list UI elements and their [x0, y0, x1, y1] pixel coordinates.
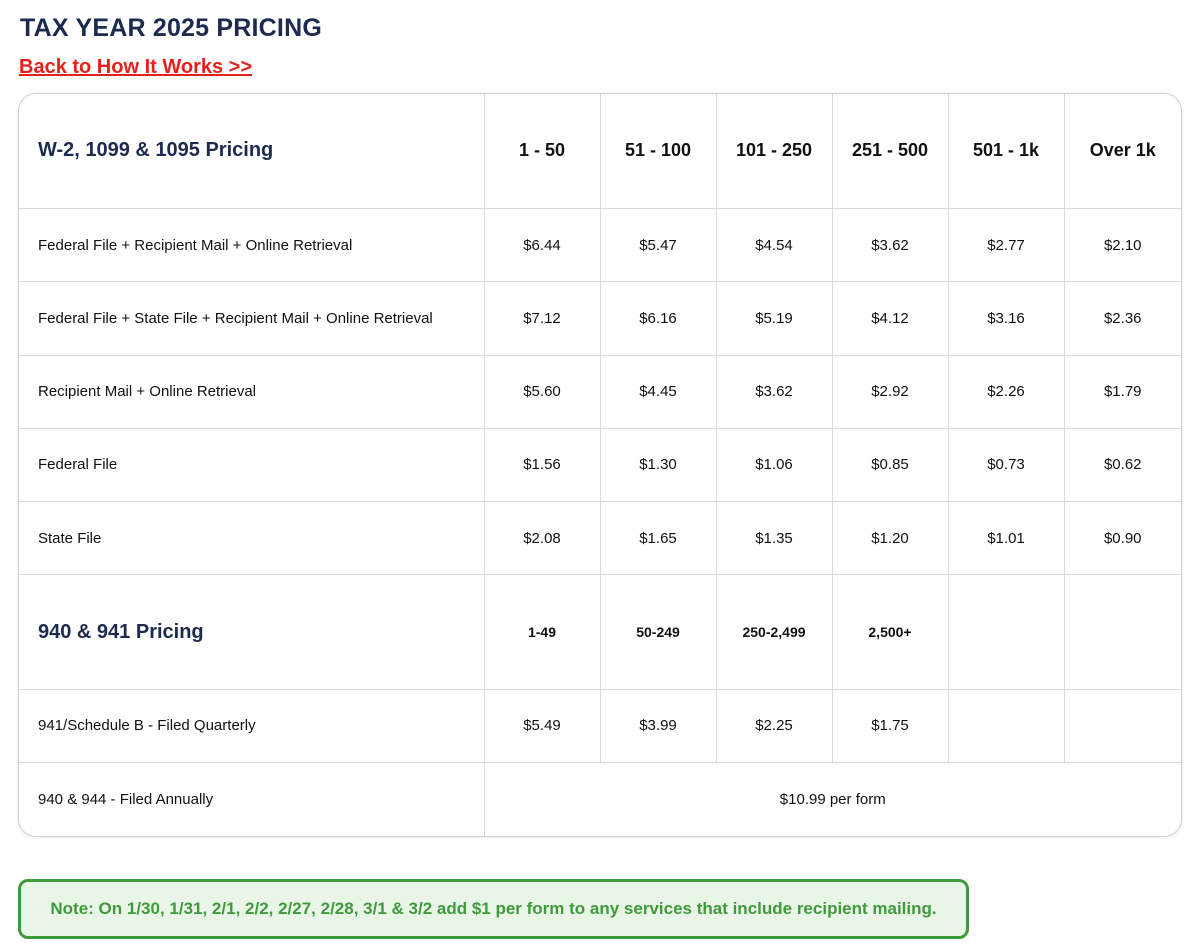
f940-tier-header: 1-49	[484, 574, 601, 690]
price-cell: $2.08	[484, 501, 601, 576]
f940-tier-header: 2,500+	[832, 574, 949, 690]
empty-cell	[948, 689, 1065, 764]
price-cell: $1.65	[600, 501, 717, 576]
empty-cell	[948, 574, 1065, 690]
w2-pricing-header-row: W-2, 1099 & 1095 Pricing 1 - 50 51 - 100…	[19, 94, 1181, 209]
price-cell: $4.12	[832, 281, 949, 356]
table-row: Federal File + Recipient Mail + Online R…	[19, 208, 1181, 283]
price-cell: $1.06	[716, 428, 833, 503]
f940-pricing-title: 940 & 941 Pricing	[19, 574, 485, 690]
mailing-surcharge-note: Note: On 1/30, 1/31, 2/1, 2/2, 2/27, 2/2…	[18, 879, 969, 939]
table-row: Recipient Mail + Online Retrieval $5.60 …	[19, 355, 1181, 429]
price-cell: $2.25	[716, 689, 833, 764]
price-cell: $0.85	[832, 428, 949, 503]
page-title: TAX YEAR 2025 PRICING	[20, 14, 322, 42]
pricing-table-container: W-2, 1099 & 1095 Pricing 1 - 50 51 - 100…	[18, 93, 1182, 837]
f940-tier-header: 250-2,499	[716, 574, 833, 690]
back-to-how-it-works-link[interactable]: Back to How It Works >>	[19, 56, 252, 79]
price-cell: $5.19	[716, 281, 833, 356]
price-cell: $3.62	[716, 355, 833, 429]
f940-tier-header: 50-249	[600, 574, 717, 690]
price-cell: $1.01	[948, 501, 1065, 576]
price-cell: $2.92	[832, 355, 949, 429]
price-cell: $2.10	[1064, 208, 1181, 283]
service-label: Federal File + State File + Recipient Ma…	[19, 281, 485, 356]
price-cell: $7.12	[484, 281, 601, 356]
w2-tier-header: Over 1k	[1064, 94, 1181, 209]
pricing-page: TAX YEAR 2025 PRICING Back to How It Wor…	[0, 0, 1200, 945]
price-cell: $3.16	[948, 281, 1065, 356]
price-cell: $0.90	[1064, 501, 1181, 576]
pricing-table: W-2, 1099 & 1095 Pricing 1 - 50 51 - 100…	[19, 94, 1181, 836]
service-label: 940 & 944 - Filed Annually	[19, 762, 485, 836]
table-row: 940 & 944 - Filed Annually $10.99 per fo…	[19, 762, 1181, 836]
empty-cell	[1064, 689, 1181, 764]
service-label: Federal File + Recipient Mail + Online R…	[19, 208, 485, 283]
w2-tier-header: 51 - 100	[600, 94, 717, 209]
empty-cell	[1064, 574, 1181, 690]
table-row: Federal File + State File + Recipient Ma…	[19, 281, 1181, 356]
service-label: Recipient Mail + Online Retrieval	[19, 355, 485, 429]
w2-tier-header: 251 - 500	[832, 94, 949, 209]
price-cell: $2.26	[948, 355, 1065, 429]
w2-tier-header: 1 - 50	[484, 94, 601, 209]
table-row: 941/Schedule B - Filed Quarterly $5.49 $…	[19, 689, 1181, 764]
price-cell: $4.45	[600, 355, 717, 429]
price-cell: $2.36	[1064, 281, 1181, 356]
price-cell: $3.62	[832, 208, 949, 283]
table-row: Federal File $1.56 $1.30 $1.06 $0.85 $0.…	[19, 428, 1181, 503]
service-label: Federal File	[19, 428, 485, 503]
price-cell: $5.60	[484, 355, 601, 429]
price-cell: $1.35	[716, 501, 833, 576]
price-cell: $1.20	[832, 501, 949, 576]
price-cell: $5.47	[600, 208, 717, 283]
annual-price-cell: $10.99 per form	[779, 791, 886, 809]
service-label: 941/Schedule B - Filed Quarterly	[19, 689, 485, 764]
price-cell: $2.77	[948, 208, 1065, 283]
price-cell: $1.30	[600, 428, 717, 503]
price-cell: $0.73	[948, 428, 1065, 503]
table-row: State File $2.08 $1.65 $1.35 $1.20 $1.01…	[19, 501, 1181, 576]
price-cell: $1.79	[1064, 355, 1181, 429]
w2-tier-header: 101 - 250	[716, 94, 833, 209]
service-label: State File	[19, 501, 485, 576]
w2-pricing-title: W-2, 1099 & 1095 Pricing	[19, 94, 485, 209]
price-cell: $6.16	[600, 281, 717, 356]
price-cell: $3.99	[600, 689, 717, 764]
price-cell: $4.54	[716, 208, 833, 283]
price-cell: $5.49	[484, 689, 601, 764]
f940-pricing-header-row: 940 & 941 Pricing 1-49 50-249 250-2,499 …	[19, 574, 1181, 690]
price-cell: $0.62	[1064, 428, 1181, 503]
price-cell: $1.75	[832, 689, 949, 764]
price-cell: $1.56	[484, 428, 601, 503]
w2-tier-header: 501 - 1k	[948, 94, 1065, 209]
price-cell: $6.44	[484, 208, 601, 283]
